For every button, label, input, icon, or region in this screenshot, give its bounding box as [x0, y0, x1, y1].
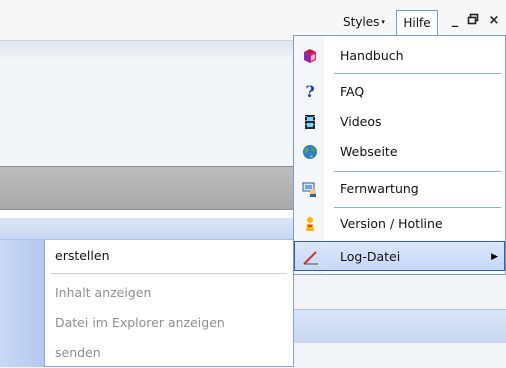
menu-separator — [334, 73, 501, 74]
menu-item-inhalt-anzeigen[interactable]: Inhalt anzeigen — [55, 278, 151, 308]
remote-support-icon — [302, 181, 318, 197]
left-sidebar-strip — [0, 240, 44, 367]
log-file-submenu: erstellen Inhalt anzeigen Datei im Explo… — [44, 240, 294, 367]
menu-item-videos[interactable]: Videos — [294, 107, 505, 137]
menu-item-faq[interactable]: ? FAQ — [294, 77, 505, 107]
menu-item-fernwartung[interactable]: Fernwartung — [294, 174, 505, 204]
book-icon — [302, 48, 318, 64]
menu-item-label: Log-Datei — [340, 249, 401, 264]
menu-item-senden[interactable]: senden — [55, 338, 101, 368]
panel-band — [293, 309, 506, 343]
menu-item-log-datei[interactable]: Log-Datei ▶ — [294, 241, 505, 271]
pencil-line-icon — [302, 248, 318, 265]
menu-item-label: Videos — [340, 114, 382, 129]
menu-separator — [334, 207, 501, 208]
hilfe-menu-button[interactable]: Hilfe — [396, 10, 438, 36]
globe-icon — [302, 144, 318, 160]
menu-item-handbuch[interactable]: Handbuch — [294, 41, 505, 71]
menu-item-version-hotline[interactable]: Version / Hotline — [294, 209, 505, 239]
submenu-arrow-icon: ▶ — [491, 252, 498, 262]
menu-separator — [51, 273, 287, 274]
menu-separator — [334, 171, 501, 172]
menu-item-label: Handbuch — [340, 48, 404, 63]
menu-item-label: Fernwartung — [340, 181, 419, 196]
menu-item-label: Version / Hotline — [340, 216, 443, 231]
chevron-down-icon: ▾ — [381, 18, 385, 26]
styles-menu-button[interactable]: Styles ▾ — [340, 11, 388, 33]
info-person-icon — [302, 216, 318, 232]
menu-item-webseite[interactable]: Webseite — [294, 137, 505, 167]
menu-item-label: FAQ — [340, 84, 365, 99]
menu-item-datei-im-explorer-anzeigen[interactable]: Datei im Explorer anzeigen — [55, 308, 225, 338]
film-icon — [302, 114, 318, 130]
menu-item-erstellen[interactable]: erstellen — [55, 241, 110, 271]
hilfe-dropdown-menu: Handbuch ? FAQ Videos Webseite Fernwartu… — [293, 35, 506, 275]
styles-label: Styles — [343, 15, 380, 29]
minimize-icon[interactable]: _ — [447, 11, 463, 31]
question-icon: ? — [305, 82, 315, 101]
menu-item-label: Webseite — [340, 144, 398, 159]
close-icon[interactable]: × — [486, 11, 502, 31]
restore-icon[interactable] — [465, 11, 481, 31]
